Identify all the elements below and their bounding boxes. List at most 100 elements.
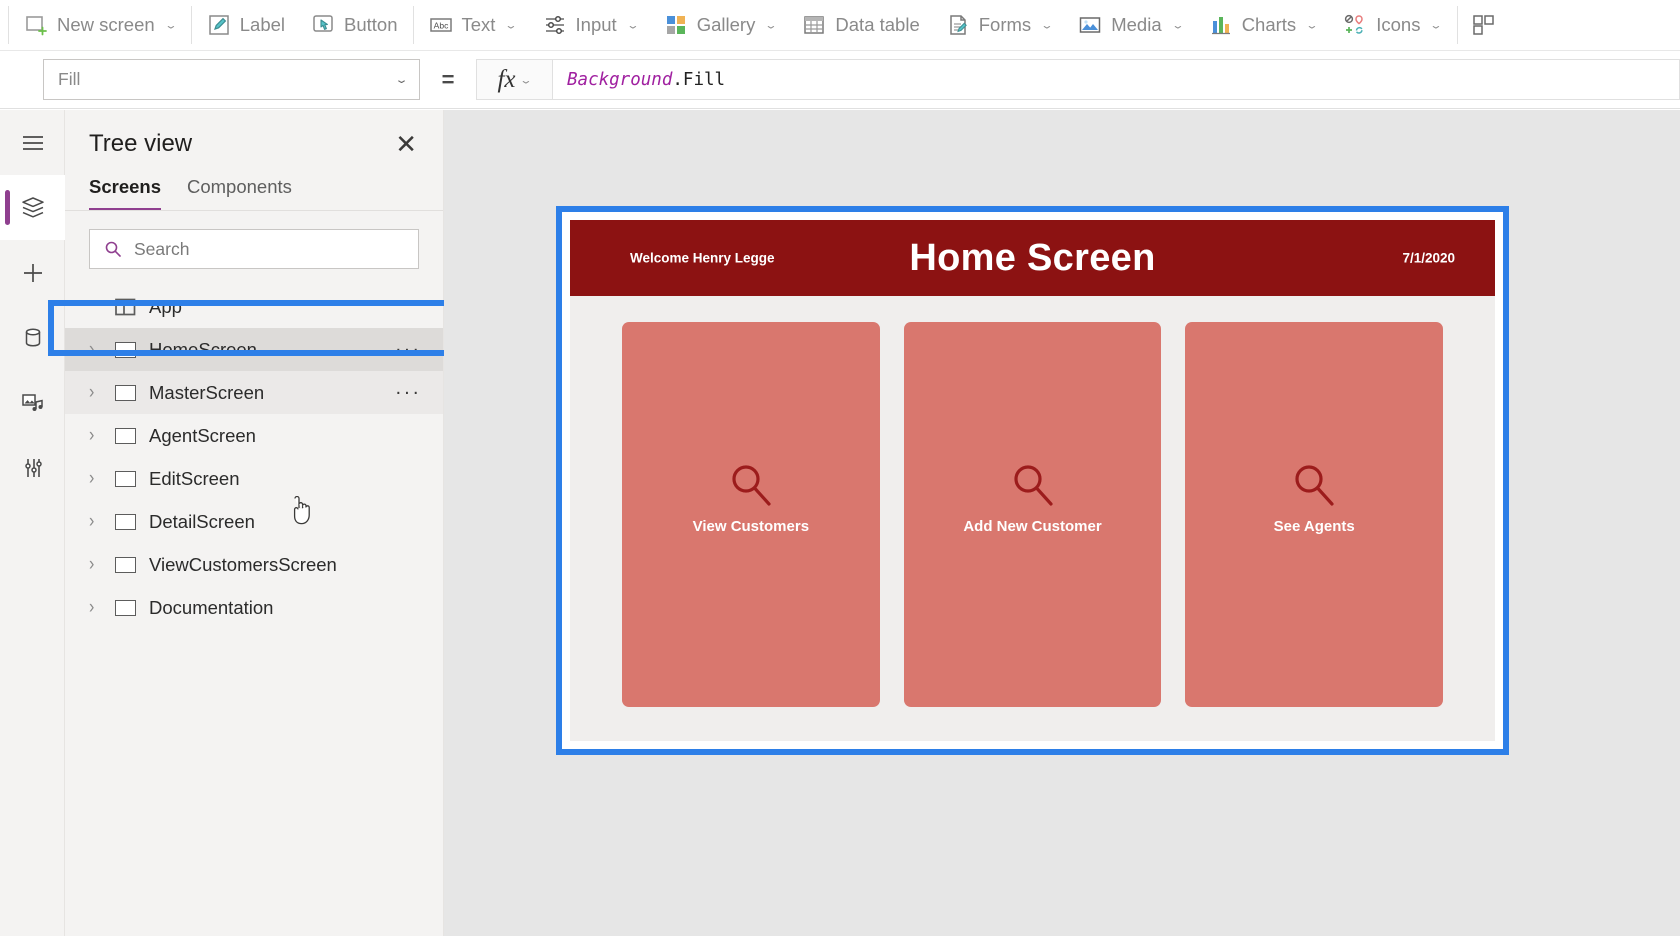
welcome-label: Welcome Henry Legge bbox=[630, 250, 775, 266]
toolbar-media-label: Media bbox=[1111, 14, 1162, 35]
tree-item-more-options[interactable]: ··· bbox=[395, 381, 421, 404]
screen-tree-list: App › HomeScreen ··· › MasterScreen ··· … bbox=[65, 285, 443, 629]
tree-view-tabs: Screens Components bbox=[65, 158, 443, 211]
chevron-down-icon: ⌄ bbox=[504, 19, 519, 31]
toolbar-divider bbox=[190, 6, 192, 44]
tree-item-masterscreen[interactable]: › MasterScreen ··· bbox=[65, 371, 443, 414]
input-icon bbox=[545, 15, 564, 35]
chevron-down-icon: ⌄ bbox=[1305, 19, 1320, 31]
toolbar-charts-label: Charts bbox=[1241, 14, 1297, 35]
media-icon bbox=[1079, 17, 1101, 33]
close-icon[interactable]: ✕ bbox=[395, 131, 417, 157]
advanced-tools-icon bbox=[24, 458, 42, 477]
charts-icon bbox=[1211, 17, 1230, 35]
search-icon bbox=[1295, 465, 1334, 506]
card-see-agents[interactable]: See Agents bbox=[1185, 322, 1444, 707]
fx-label: fx bbox=[497, 65, 516, 93]
screen-icon bbox=[115, 427, 136, 444]
chevron-down-icon: ⌄ bbox=[394, 73, 409, 86]
tree-view-title: Tree view bbox=[89, 130, 193, 157]
chevron-right-icon[interactable]: › bbox=[89, 339, 107, 361]
tab-screens[interactable]: Screens bbox=[89, 176, 161, 210]
toolbar-data-table-label: Data table bbox=[835, 14, 920, 35]
tree-item-agentscreen[interactable]: › AgentScreen bbox=[65, 414, 443, 457]
formula-property-token: Fill bbox=[682, 69, 726, 90]
tree-item-label: EditScreen bbox=[149, 467, 240, 489]
chevron-down-icon: ⌄ bbox=[519, 73, 534, 86]
screen-icon bbox=[115, 513, 136, 530]
toolbar-forms[interactable]: Forms ⌄ bbox=[933, 0, 1065, 51]
chevron-down-icon: ⌄ bbox=[764, 19, 779, 31]
tree-item-editscreen[interactable]: › EditScreen bbox=[65, 457, 443, 500]
tree-item-viewcustomersscreen[interactable]: › ViewCustomersScreen bbox=[65, 543, 443, 586]
gallery-icon bbox=[666, 16, 685, 34]
toolbar-divider bbox=[1456, 6, 1458, 44]
toolbar-text-label: Text bbox=[461, 14, 496, 35]
chevron-right-icon[interactable]: › bbox=[89, 554, 107, 576]
chevron-right-icon[interactable]: › bbox=[89, 382, 107, 404]
formula-bar: Fill ⌄ = fx ⌄ Background. Fill bbox=[0, 51, 1680, 109]
property-selector[interactable]: Fill ⌄ bbox=[43, 59, 420, 100]
tree-item-label: ViewCustomersScreen bbox=[149, 553, 337, 575]
toolbar-charts[interactable]: Charts ⌄ bbox=[1196, 0, 1331, 51]
rail-item-data[interactable] bbox=[0, 305, 65, 370]
tree-item-app[interactable]: App bbox=[65, 285, 443, 328]
chevron-right-icon[interactable]: › bbox=[89, 468, 107, 490]
toolbar-divider bbox=[412, 6, 414, 44]
toolbar-button-label: Button bbox=[344, 14, 398, 35]
toolbar-overflow[interactable] bbox=[1460, 0, 1508, 51]
chevron-right-icon[interactable]: › bbox=[89, 511, 107, 533]
tree-item-label: DetailScreen bbox=[149, 510, 255, 532]
card-row: View Customers Add New Customer See Agen… bbox=[622, 322, 1444, 707]
search-input[interactable]: Search bbox=[89, 229, 419, 269]
toolbar-new-screen[interactable]: New screen ⌄ bbox=[11, 0, 189, 51]
rail-item-hamburger[interactable] bbox=[0, 110, 65, 175]
fx-button[interactable]: fx ⌄ bbox=[476, 59, 552, 100]
rail-item-tree-view[interactable] bbox=[0, 175, 65, 240]
app-icon bbox=[115, 298, 136, 315]
hamburger-menu-icon bbox=[22, 135, 43, 150]
command-bar: New screen ⌄ Label Button Abc Text ⌄ Inp… bbox=[0, 0, 1680, 51]
chevron-right-icon[interactable]: › bbox=[89, 425, 107, 447]
chevron-down-icon: ⌄ bbox=[163, 19, 178, 31]
app-canvas: Welcome Henry Legge Home Screen 7/1/2020… bbox=[444, 110, 1680, 936]
toolbar-button[interactable]: Button bbox=[298, 0, 411, 51]
card-view-customers[interactable]: View Customers bbox=[622, 322, 880, 707]
left-icon-rail bbox=[0, 110, 65, 936]
tree-item-detailscreen[interactable]: › DetailScreen bbox=[65, 500, 443, 543]
new-screen-icon bbox=[26, 16, 47, 36]
tab-components[interactable]: Components bbox=[187, 176, 292, 210]
tree-item-documentation[interactable]: › Documentation bbox=[65, 586, 443, 629]
tree-item-homescreen[interactable]: › HomeScreen ··· bbox=[65, 328, 443, 371]
toolbar-data-table[interactable]: Data table bbox=[789, 0, 932, 51]
screen-icon bbox=[115, 341, 136, 358]
tree-item-more-options[interactable]: ··· bbox=[395, 338, 421, 361]
formula-input[interactable]: Background. Fill bbox=[552, 59, 1680, 100]
toolbar-input[interactable]: Input ⌄ bbox=[530, 0, 651, 51]
toolbar-new-screen-label: New screen bbox=[57, 14, 155, 35]
chevron-right-icon[interactable]: › bbox=[89, 597, 107, 619]
rail-item-insert[interactable] bbox=[0, 240, 65, 305]
card-label: View Customers bbox=[692, 518, 810, 535]
card-label: Add New Customer bbox=[963, 518, 1102, 535]
chevron-down-icon: ⌄ bbox=[1170, 19, 1185, 31]
svg-text:Abc: Abc bbox=[433, 21, 448, 31]
text-icon: Abc bbox=[429, 18, 452, 32]
tree-view-icon bbox=[21, 196, 44, 218]
toolbar-icons[interactable]: Icons ⌄ bbox=[1330, 0, 1454, 51]
rail-item-media[interactable] bbox=[0, 370, 65, 435]
property-selector-value: Fill bbox=[58, 69, 81, 89]
selected-screen-frame[interactable]: Welcome Henry Legge Home Screen 7/1/2020… bbox=[556, 206, 1509, 755]
tree-view-search-wrap: Search bbox=[65, 211, 443, 269]
toolbar-gallery[interactable]: Gallery ⌄ bbox=[651, 0, 790, 51]
chevron-down-icon: ⌄ bbox=[1429, 19, 1444, 31]
card-add-new-customer[interactable]: Add New Customer bbox=[903, 322, 1162, 707]
toolbar-text[interactable]: Abc Text ⌄ bbox=[416, 0, 530, 51]
more-controls-icon bbox=[1472, 15, 1494, 35]
formula-object-token: Background bbox=[567, 69, 673, 90]
rail-item-advanced-tools[interactable] bbox=[0, 435, 65, 500]
toolbar-media[interactable]: Media ⌄ bbox=[1065, 0, 1195, 51]
toolbar-label[interactable]: Label bbox=[194, 0, 298, 51]
insert-icon bbox=[23, 263, 42, 282]
toolbar-icons-label: Icons bbox=[1376, 14, 1421, 35]
